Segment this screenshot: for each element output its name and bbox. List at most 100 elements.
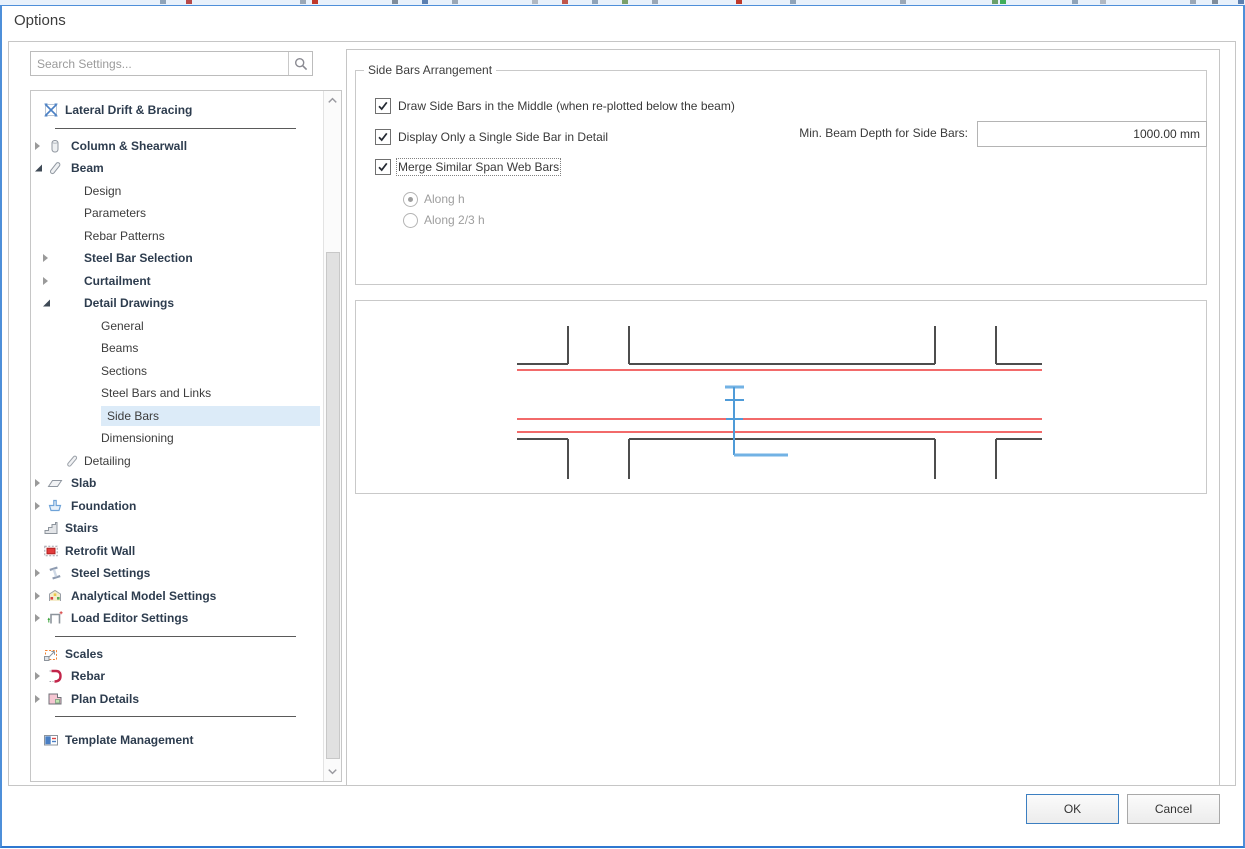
tree-item-label: Steel Bars and Links: [101, 386, 211, 400]
tree-separator: [31, 710, 324, 723]
chevron-collapsed-icon[interactable]: [43, 277, 48, 285]
retrofit-wall-icon: [43, 543, 59, 559]
options-dialog: { "window": { "title": "Options" }, "sea…: [0, 0, 1245, 849]
min-beam-depth-field-frame: [977, 121, 1207, 147]
chevron-collapsed-icon[interactable]: [35, 672, 40, 680]
tree-item-label: Sections: [101, 364, 147, 378]
chevron-collapsed-icon[interactable]: [35, 592, 40, 600]
tree-item-column-shearwall[interactable]: Column & Shearwall: [31, 135, 324, 158]
tree-item-label: Slab: [71, 476, 96, 490]
tree-item-label: Scales: [65, 647, 103, 661]
checkbox-checked-icon[interactable]: [375, 98, 391, 114]
tree-item-detail-drawings[interactable]: Detail Drawings: [31, 292, 324, 315]
chevron-collapsed-icon[interactable]: [35, 479, 40, 487]
tree-item-curtailment[interactable]: Curtailment: [31, 270, 324, 293]
tree-item-label: Foundation: [71, 499, 136, 513]
tree-item-general[interactable]: General: [31, 315, 324, 338]
dialog-title: Options: [14, 12, 66, 29]
column-shearwall-icon: [47, 138, 63, 154]
tree-separator: [31, 122, 324, 135]
radio-selected-icon: [403, 192, 418, 207]
checkbox-row-draw-side-bars-in-the-middle-when-re-plo[interactable]: Draw Side Bars in the Middle (when re-pl…: [375, 98, 735, 114]
tree-item-detailing[interactable]: Detailing: [31, 450, 324, 473]
checkbox-label: Merge Similar Span Web Bars: [398, 160, 559, 174]
tree-item-plan-details[interactable]: Plan Details: [31, 688, 324, 711]
checkbox-checked-icon[interactable]: [375, 159, 391, 175]
tree-item-template-management[interactable]: Template Management: [31, 729, 324, 752]
tree-item-beam[interactable]: Beam: [31, 157, 324, 180]
tree-item-steel-settings[interactable]: Steel Settings: [31, 562, 324, 585]
tree-item-label: Curtailment: [84, 274, 151, 288]
chevron-collapsed-icon[interactable]: [35, 569, 40, 577]
tree-item-foundation[interactable]: Foundation: [31, 495, 324, 518]
tree-item-label: Detailing: [84, 454, 131, 468]
chevron-collapsed-icon[interactable]: [35, 502, 40, 510]
checkbox-label: Display Only a Single Side Bar in Detail: [398, 130, 608, 144]
tree-item-slab[interactable]: Slab: [31, 472, 324, 495]
tree-item-label: Steel Bar Selection: [84, 251, 193, 265]
tree-item-parameters[interactable]: Parameters: [31, 202, 324, 225]
chevron-collapsed-icon[interactable]: [35, 695, 40, 703]
tree-item-rebar[interactable]: Rebar: [31, 665, 324, 688]
tree-item-label: Load Editor Settings: [71, 611, 188, 625]
tree-item-label: Detail Drawings: [84, 296, 174, 310]
scroll-up-icon[interactable]: [325, 93, 340, 108]
tree-item-beams[interactable]: Beams: [31, 337, 324, 360]
radio-label: Along h: [424, 192, 465, 206]
tree-item-label: General: [101, 319, 144, 333]
radio-row-along-2-3-h: Along 2/3 h: [403, 213, 485, 227]
tree-item-rebar-patterns[interactable]: Rebar Patterns: [31, 225, 324, 248]
tree-item-analytical-model-settings[interactable]: Analytical Model Settings: [31, 585, 324, 608]
tree-item-label: Analytical Model Settings: [71, 589, 216, 603]
chevron-collapsed-icon[interactable]: [35, 614, 40, 622]
tree-item-label: Column & Shearwall: [71, 139, 187, 153]
min-beam-depth-input[interactable]: [978, 122, 1206, 146]
cancel-button[interactable]: Cancel: [1127, 794, 1220, 824]
ok-button[interactable]: OK: [1026, 794, 1119, 824]
load-editor-icon: [47, 610, 63, 626]
beam-detail-drawing: [356, 301, 1206, 491]
scales-icon: [43, 646, 59, 662]
beam-icon: [47, 160, 63, 176]
search-input[interactable]: [31, 52, 288, 75]
tree-item-steel-bars-and-links[interactable]: Steel Bars and Links: [31, 382, 324, 405]
detailing-icon: [64, 453, 80, 469]
tree-scrollbar[interactable]: [323, 91, 341, 781]
chevron-expanded-icon[interactable]: [35, 165, 42, 172]
tree-item-side-bars[interactable]: Side Bars: [31, 405, 324, 428]
tree-item-label: Lateral Drift & Bracing: [65, 103, 192, 117]
magnifier-icon: [293, 56, 309, 72]
tree-item-retrofit-wall[interactable]: Retrofit Wall: [31, 540, 324, 563]
tree-item-label: Parameters: [84, 206, 146, 220]
tree-item-sections[interactable]: Sections: [31, 360, 324, 383]
chevron-expanded-icon[interactable]: [43, 300, 50, 307]
scrollbar-thumb[interactable]: [326, 252, 340, 759]
foundation-icon: [47, 498, 63, 514]
checkbox-checked-icon[interactable]: [375, 129, 391, 145]
tree-item-scales[interactable]: Scales: [31, 643, 324, 666]
min-beam-depth-label: Min. Beam Depth for Side Bars:: [716, 126, 968, 140]
tree-item-label: Template Management: [65, 733, 193, 747]
chevron-collapsed-icon[interactable]: [35, 142, 40, 150]
tree-separator: [31, 630, 324, 643]
scroll-down-icon[interactable]: [325, 764, 340, 779]
tree-item-dimensioning[interactable]: Dimensioning: [31, 427, 324, 450]
tree-item-stairs[interactable]: Stairs: [31, 517, 324, 540]
tree-item-label: Beams: [101, 341, 138, 355]
rebar-icon: [47, 668, 63, 684]
checkbox-row-display-only-a-single-side-bar-in-detail[interactable]: Display Only a Single Side Bar in Detail: [375, 129, 608, 145]
tree-item-label: Stairs: [65, 521, 98, 535]
tree-item-label: Retrofit Wall: [65, 544, 135, 558]
tree-item-label: Beam: [71, 161, 104, 175]
chevron-collapsed-icon[interactable]: [43, 254, 48, 262]
checkbox-row-merge-similar-span-web-bars[interactable]: Merge Similar Span Web Bars: [375, 159, 559, 175]
plan-details-icon: [47, 691, 63, 707]
checkbox-label: Draw Side Bars in the Middle (when re-pl…: [398, 99, 735, 113]
search-settings-box: [30, 51, 313, 76]
search-button[interactable]: [288, 52, 312, 75]
tree-item-design[interactable]: Design: [31, 180, 324, 203]
tree-item-lateral-drift-bracing[interactable]: Lateral Drift & Bracing: [31, 99, 324, 122]
tree-item-load-editor-settings[interactable]: Load Editor Settings: [31, 607, 324, 630]
settings-tree-panel: Lateral Drift & Bracing Column & Shearwal…: [30, 90, 342, 782]
tree-item-steel-bar-selection[interactable]: Steel Bar Selection: [31, 247, 324, 270]
